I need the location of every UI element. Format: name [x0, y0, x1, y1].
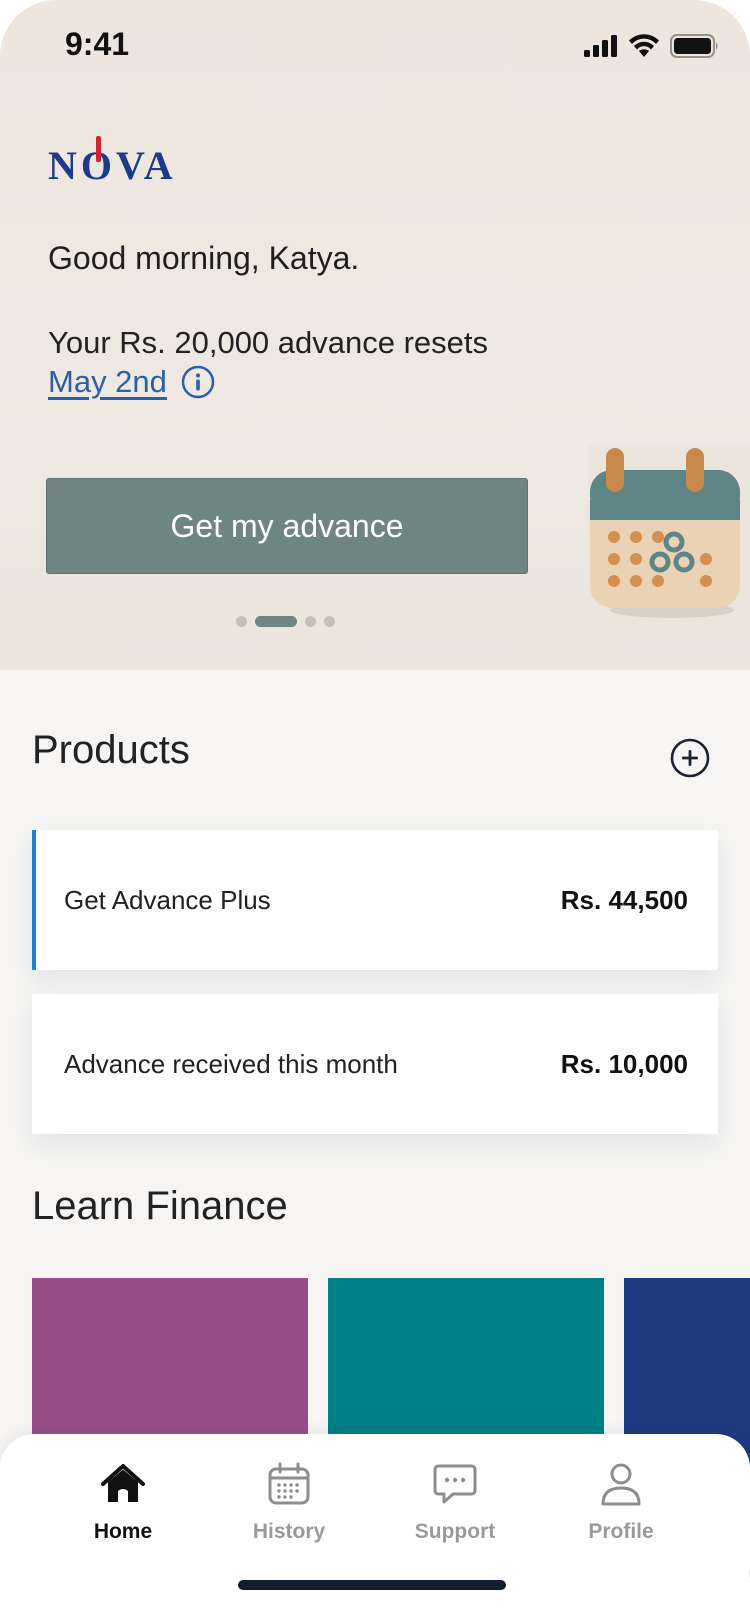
greeting-text: Good morning, Katya. — [48, 240, 360, 276]
logo-letter-n: N — [48, 143, 81, 188]
product-card-advance-received[interactable]: Advance received this month Rs. 10,000 — [32, 994, 718, 1134]
status-bar: 9:41 — [0, 0, 750, 90]
pager-dot[interactable] — [324, 616, 335, 627]
tab-profile[interactable]: Profile — [546, 1460, 696, 1544]
pager-dot[interactable] — [305, 616, 316, 627]
wifi-icon — [629, 34, 659, 57]
products-heading: Products — [32, 728, 190, 772]
reset-date-link[interactable]: May 2nd — [48, 364, 167, 400]
logo-letters-va: VA — [116, 143, 177, 188]
calendar-icon — [268, 1462, 310, 1505]
product-amount: Rs. 10,000 — [560, 1048, 688, 1079]
learn-finance-heading: Learn Finance — [32, 1184, 288, 1228]
home-indicator[interactable] — [238, 1580, 506, 1590]
calendar-illustration — [588, 444, 750, 624]
product-label: Get Advance Plus — [64, 884, 271, 915]
bottom-tab-bar: Home History Support Profile — [0, 1434, 750, 1624]
app-screen: 9:41 NO VA Good morning, Katya. Your Rs.… — [0, 0, 750, 1624]
add-product-button[interactable] — [670, 738, 710, 778]
chat-bubble-icon — [433, 1464, 477, 1504]
tab-history[interactable]: History — [214, 1460, 364, 1544]
tab-label: Support — [414, 1520, 496, 1543]
product-label: Advance received this month — [64, 1048, 398, 1079]
user-icon — [601, 1463, 641, 1506]
product-amount: Rs. 44,500 — [560, 884, 688, 915]
pager-dot[interactable] — [236, 616, 247, 627]
tab-home[interactable]: Home — [48, 1460, 198, 1544]
info-icon[interactable] — [181, 365, 215, 399]
nova-logo: NO VA — [48, 136, 177, 189]
advance-reset-text: Your Rs. 20,000 advance resets — [48, 325, 489, 360]
status-time: 9:41 — [65, 26, 130, 62]
tab-label: Home — [93, 1520, 153, 1543]
hero-banner: 9:41 NO VA Good morning, Katya. Your Rs.… — [0, 0, 750, 670]
signal-icon — [584, 35, 617, 57]
home-icon — [101, 1464, 145, 1502]
carousel-pager[interactable] — [236, 616, 335, 627]
status-icons — [584, 34, 720, 58]
battery-icon — [670, 34, 718, 58]
logo-power-o: O — [81, 136, 116, 189]
get-advance-button[interactable]: Get my advance — [46, 478, 528, 574]
reset-date-row: May 2nd — [48, 364, 215, 400]
tab-label: Profile — [588, 1520, 654, 1543]
pager-dot-active[interactable] — [255, 616, 297, 627]
tab-support[interactable]: Support — [380, 1460, 530, 1544]
logo-power-mark — [96, 136, 102, 162]
tab-label: History — [252, 1520, 326, 1543]
product-card-advance-plus[interactable]: Get Advance Plus Rs. 44,500 — [32, 830, 718, 970]
